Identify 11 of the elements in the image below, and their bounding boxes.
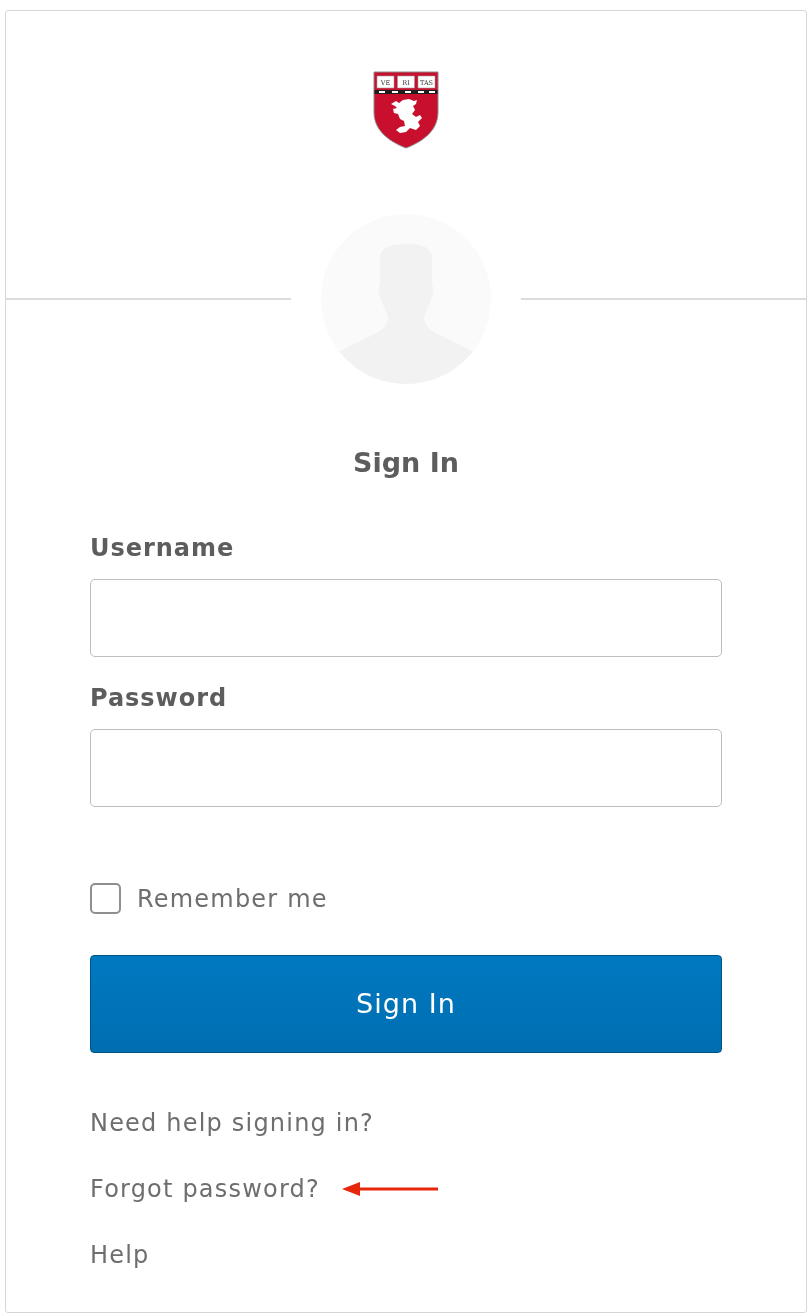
help-link[interactable]: Need help signing in?: [90, 1108, 375, 1138]
sign-in-heading: Sign In: [352, 446, 460, 480]
help-link[interactable]: Help: [90, 1240, 150, 1270]
field-label: Password: [90, 683, 229, 713]
field-label: Username: [90, 533, 236, 563]
remember-me-label[interactable]: Remember me: [137, 883, 328, 914]
sign-in-button[interactable]: Sign In: [90, 955, 722, 1053]
input-field[interactable]: [90, 729, 722, 807]
help-link[interactable]: Forgot password?: [90, 1174, 320, 1204]
checkbox[interactable]: [90, 883, 121, 914]
input-field[interactable]: [90, 579, 722, 657]
